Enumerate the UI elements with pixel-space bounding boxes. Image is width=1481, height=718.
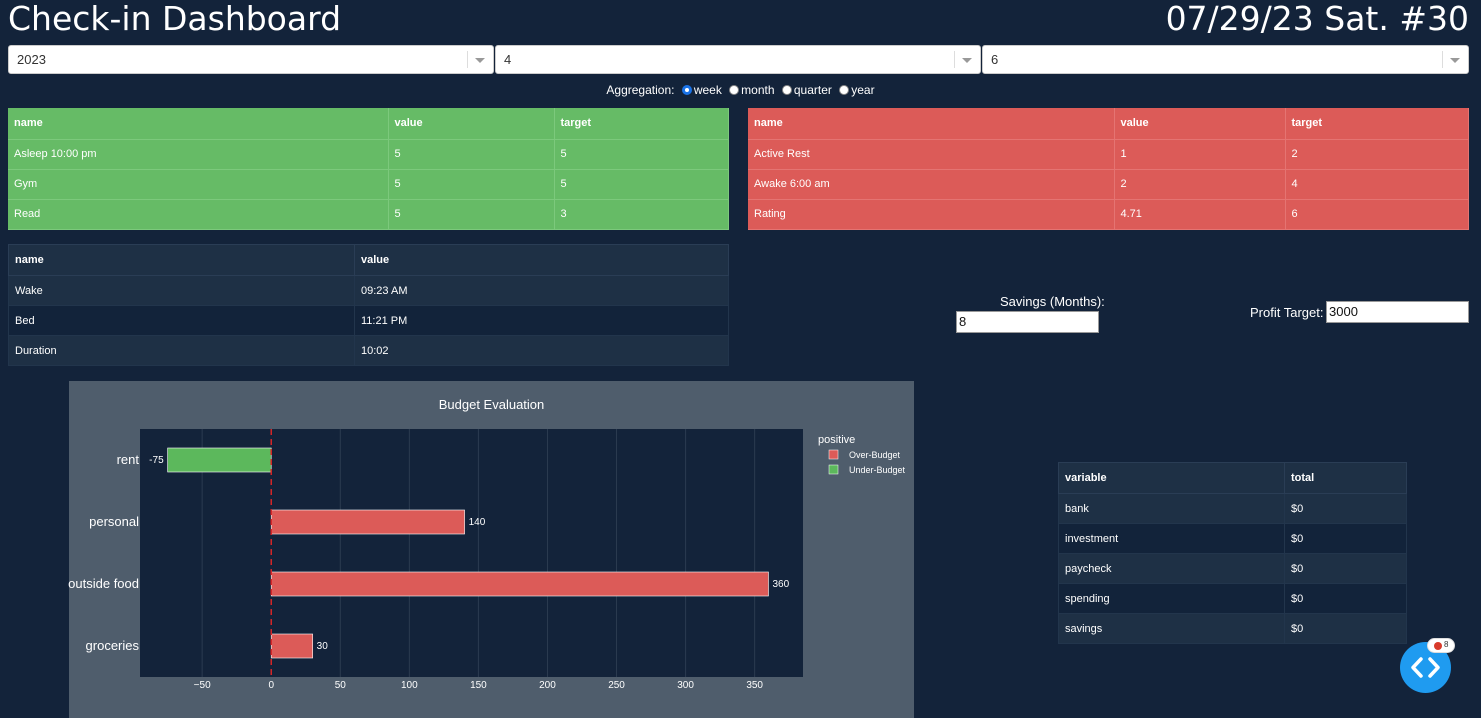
radio-year[interactable] <box>839 85 850 95</box>
column-header: name <box>8 108 389 140</box>
month-dropdown-value: 4 <box>504 52 512 67</box>
table-cell: Asleep 10:00 pm <box>8 139 389 170</box>
budget-chart-container: Budget Evaluation <box>69 381 914 718</box>
table-row: savings $0 <box>1058 613 1407 644</box>
dropdown-separator <box>467 51 468 68</box>
aggregation-radio-group: Aggregation: week month quarter year <box>0 83 1481 97</box>
table-row: Asleep 10:00 pm 5 5 <box>8 139 729 170</box>
table-header-row: name value target <box>8 108 729 140</box>
profit-target-input[interactable]: 3000 <box>1326 301 1469 323</box>
table-cell: bank <box>1058 493 1285 524</box>
column-header: target <box>1285 108 1469 140</box>
radio-week[interactable] <box>681 85 692 95</box>
radio-month[interactable] <box>729 85 740 95</box>
table-row: investment $0 <box>1058 523 1407 554</box>
column-header: total <box>1284 462 1407 494</box>
aggregation-label: Aggregation: <box>606 83 675 97</box>
chevron-down-icon[interactable] <box>1450 58 1460 63</box>
dropdown-separator <box>1442 51 1443 68</box>
table-cell: 5 <box>388 139 555 170</box>
table-cell: savings <box>1058 613 1285 644</box>
column-header: name <box>748 108 1115 140</box>
page-title: Check-in Dashboard <box>8 0 342 38</box>
column-header: variable <box>1058 462 1285 494</box>
table-cell: $0 <box>1284 553 1407 584</box>
error-count-badge[interactable]: 8 <box>1427 638 1455 653</box>
table-cell: spending <box>1058 583 1285 614</box>
radio-week-label[interactable]: week <box>694 83 722 97</box>
table-cell: $0 <box>1284 523 1407 554</box>
radio-month-label[interactable]: month <box>741 83 774 97</box>
year-dropdown[interactable]: 2023 <box>8 45 494 74</box>
goals-missed-table: name value target Active Rest 1 2 Awake … <box>748 108 1469 230</box>
column-header: target <box>554 108 729 140</box>
column-header: value <box>388 108 555 140</box>
savings-label: Savings (Months): <box>1000 294 1105 309</box>
totals-table: variable total bank $0 investment $0 pay… <box>1058 462 1407 644</box>
table-row: Awake 6:00 am 2 4 <box>748 169 1469 200</box>
table-row: Active Rest 1 2 <box>748 139 1469 170</box>
table-row: Read 5 3 <box>8 199 729 230</box>
table-row: spending $0 <box>1058 583 1407 614</box>
dropdown-separator <box>954 51 955 68</box>
table-cell: Rating <box>748 199 1115 230</box>
table-row: Bed 11:21 PM <box>8 305 729 336</box>
column-header: value <box>354 244 729 276</box>
table-cell: 2 <box>1114 169 1286 200</box>
table-row: Duration 10:02 <box>8 335 729 366</box>
table-cell: 4 <box>1285 169 1469 200</box>
table-cell: 11:21 PM <box>354 305 729 336</box>
table-cell: investment <box>1058 523 1285 554</box>
table-cell: 5 <box>388 199 555 230</box>
table-cell: 2 <box>1285 139 1469 170</box>
goals-met-table: name value target Asleep 10:00 pm 5 5 Gy… <box>8 108 729 230</box>
table-row: Wake 09:23 AM <box>8 275 729 306</box>
table-cell: Read <box>8 199 389 230</box>
sleep-table: name value Wake 09:23 AM Bed 11:21 PM Du… <box>8 244 729 366</box>
table-header-row: variable total <box>1058 462 1407 494</box>
column-header: value <box>1114 108 1286 140</box>
table-header-row: name value <box>8 244 729 276</box>
table-row: Gym 5 5 <box>8 169 729 200</box>
radio-quarter-label[interactable]: quarter <box>794 83 832 97</box>
table-cell: Active Rest <box>748 139 1115 170</box>
table-cell: 5 <box>388 169 555 200</box>
table-cell: Wake <box>8 275 355 306</box>
table-row: bank $0 <box>1058 493 1407 524</box>
error-count: 8 <box>1444 640 1449 649</box>
radio-quarter[interactable] <box>781 85 792 95</box>
table-header-row: name value target <box>748 108 1469 140</box>
week-dropdown-value: 6 <box>991 52 999 67</box>
chevron-down-icon[interactable] <box>962 58 972 63</box>
table-cell: 3 <box>554 199 729 230</box>
chevron-down-icon[interactable] <box>475 58 485 63</box>
month-dropdown[interactable]: 4 <box>495 45 981 74</box>
table-cell: 6 <box>1285 199 1469 230</box>
table-cell: Gym <box>8 169 389 200</box>
table-row: paycheck $0 <box>1058 553 1407 584</box>
table-cell: 09:23 AM <box>354 275 729 306</box>
year-dropdown-value: 2023 <box>17 52 46 67</box>
week-dropdown[interactable]: 6 <box>982 45 1469 74</box>
table-row: Rating 4.71 6 <box>748 199 1469 230</box>
header-date: 07/29/23 Sat. #30 <box>1165 0 1469 38</box>
error-dot-icon <box>1434 642 1442 650</box>
table-cell: Bed <box>8 305 355 336</box>
table-cell: $0 <box>1284 613 1407 644</box>
profit-target-label: Profit Target: <box>1250 305 1324 320</box>
table-cell: 5 <box>554 139 729 170</box>
column-header: name <box>8 244 355 276</box>
chart-title: Budget Evaluation <box>438 397 545 412</box>
table-cell: 1 <box>1114 139 1286 170</box>
table-cell: $0 <box>1284 583 1407 614</box>
table-cell: paycheck <box>1058 553 1285 584</box>
table-cell: Awake 6:00 am <box>748 169 1115 200</box>
table-cell: Duration <box>8 335 355 366</box>
table-cell: 5 <box>554 169 729 200</box>
savings-input[interactable]: 8 <box>956 311 1099 333</box>
table-cell: 4.71 <box>1114 199 1286 230</box>
radio-year-label[interactable]: year <box>851 83 874 97</box>
table-cell: 10:02 <box>354 335 729 366</box>
table-cell: $0 <box>1284 493 1407 524</box>
